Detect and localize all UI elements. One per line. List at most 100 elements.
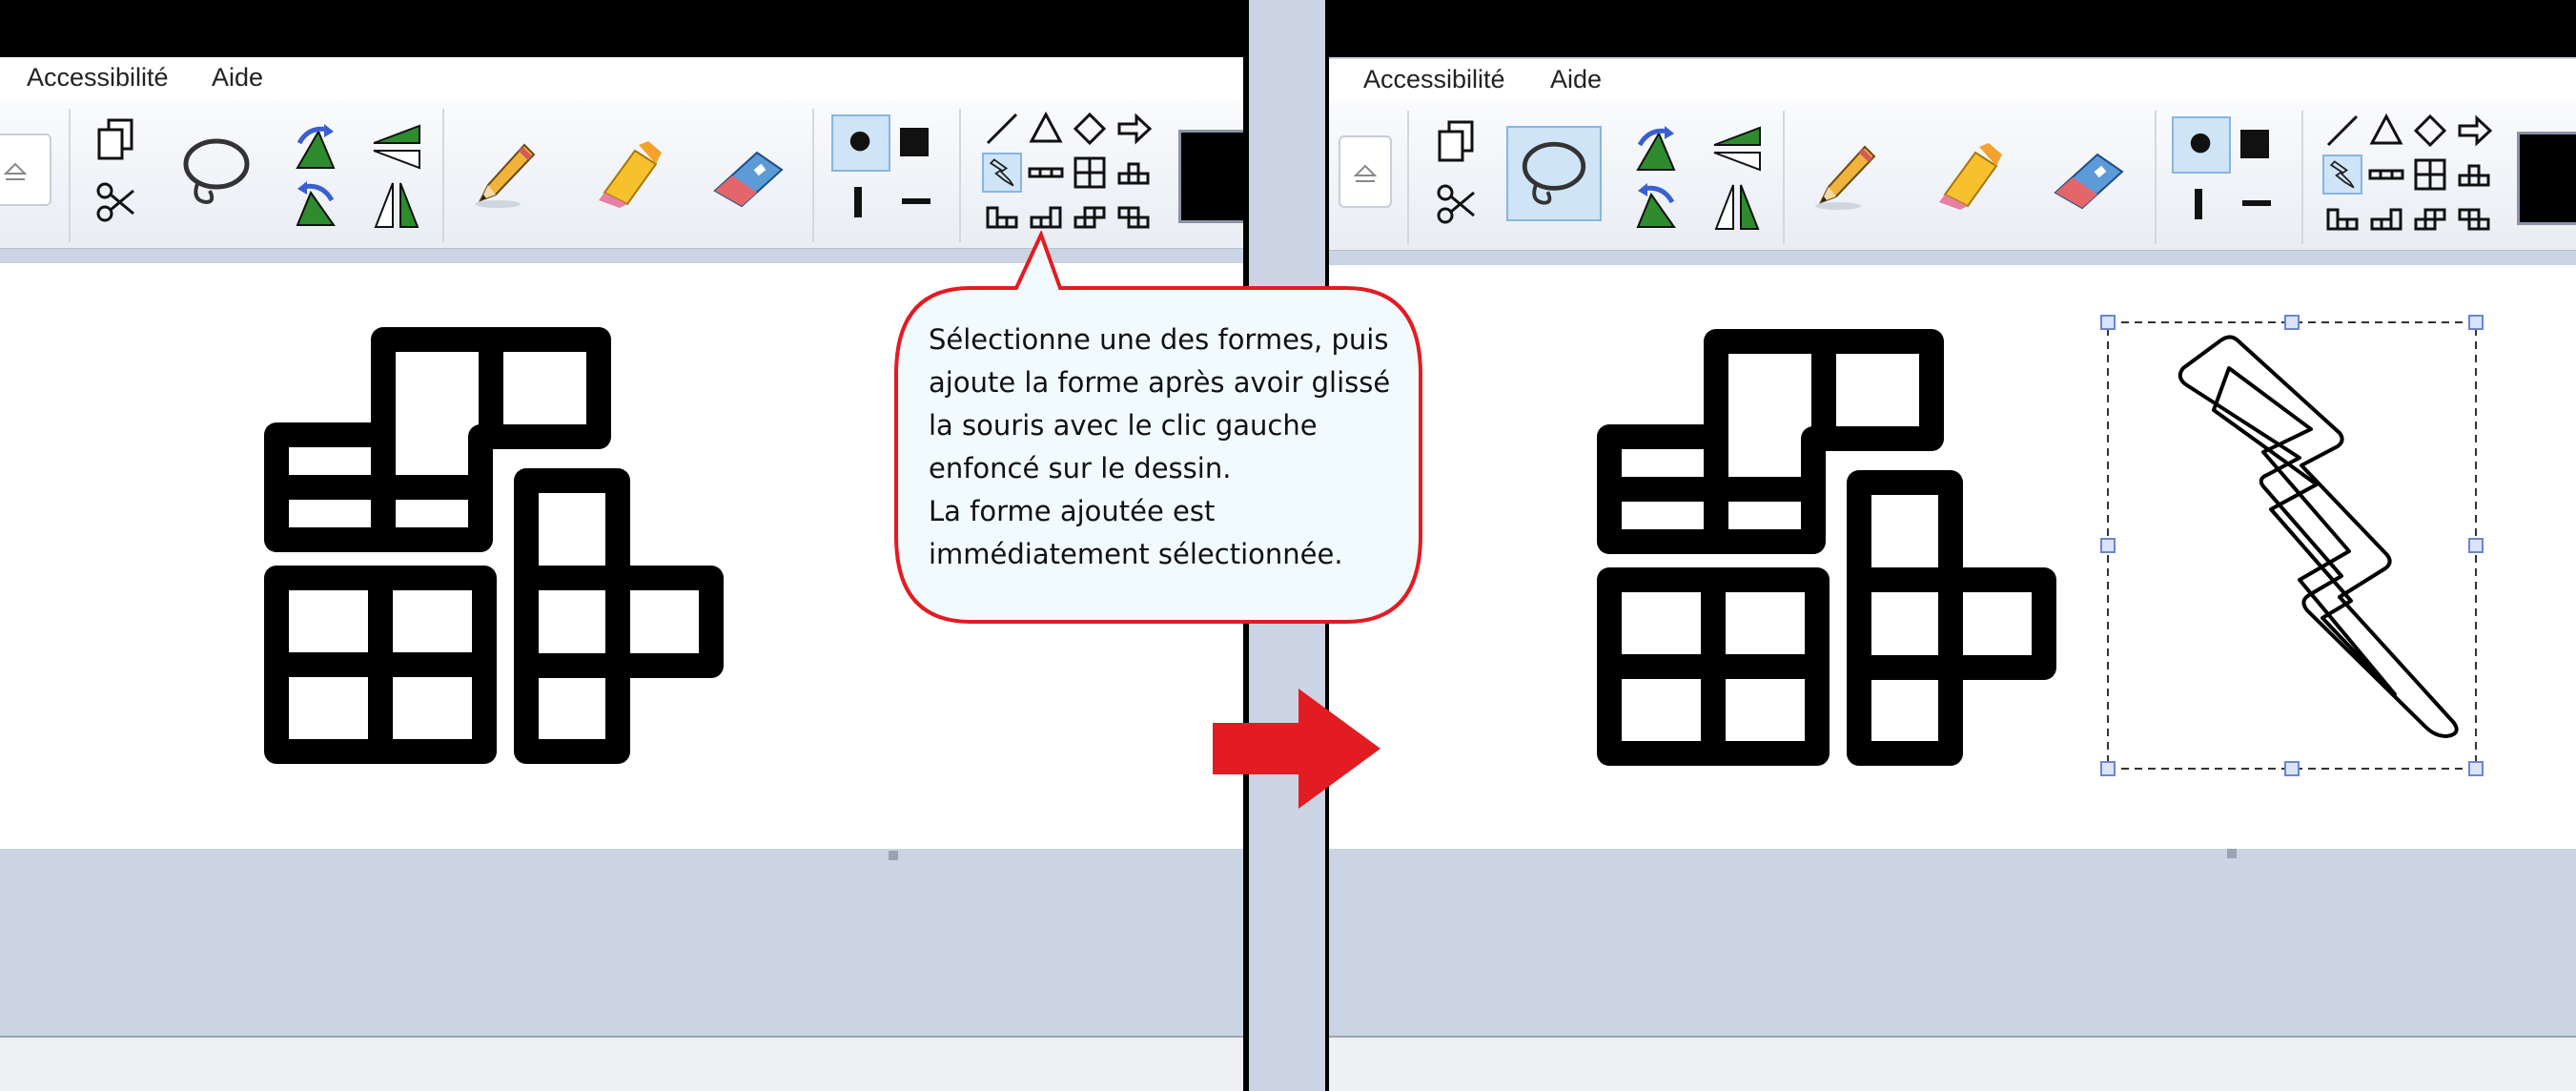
resize-handle-right[interactable] <box>2468 538 2484 553</box>
horizontal-line-icon[interactable] <box>2242 200 2271 206</box>
separator <box>69 109 71 242</box>
lasso-select-button[interactable] <box>1506 126 1602 221</box>
triangle-shape-icon[interactable] <box>2366 111 2406 151</box>
flip-vertical-icon[interactable] <box>370 179 423 231</box>
status-bar <box>1329 1036 2576 1091</box>
lasso-select-icon <box>1522 141 1586 205</box>
lightning-icon <box>2329 160 2355 189</box>
resize-handle-bottom[interactable] <box>2284 761 2300 776</box>
primary-color-swatch[interactable] <box>1178 130 1243 223</box>
arrow-shape-icon[interactable] <box>1114 109 1154 149</box>
status-bar <box>0 1036 1243 1091</box>
instruction-callout: Sélectionne une des formes, puis ajoute … <box>894 231 1422 631</box>
tetromino-z-icon[interactable] <box>2454 198 2494 238</box>
callout-line: Sélectionne une des formes, puis <box>929 323 1389 356</box>
tetromino-t-icon[interactable] <box>2454 154 2494 195</box>
flip-vertical-icon[interactable] <box>1710 181 1764 233</box>
separator <box>442 109 444 242</box>
brush-square-button[interactable] <box>2240 130 2269 158</box>
rotate-up-icon[interactable] <box>290 122 341 174</box>
separator <box>1407 111 1409 244</box>
menu-accessibility[interactable]: Accessibilité <box>27 63 169 93</box>
copy-icon[interactable] <box>95 118 137 162</box>
canvas-drawing <box>1597 321 2477 770</box>
horizontal-line-icon[interactable] <box>902 198 930 204</box>
menu-help[interactable]: Aide <box>212 63 263 93</box>
toolbar-ribbon <box>1329 101 2576 251</box>
scissors-icon[interactable] <box>1436 183 1478 225</box>
flip-horizontal-icon[interactable] <box>370 122 423 174</box>
title-bar <box>0 0 1243 57</box>
dot-icon <box>2190 133 2211 154</box>
line-shape-icon[interactable] <box>982 109 1022 149</box>
highlighter-icon[interactable] <box>591 137 667 210</box>
callout-text: Sélectionne une des formes, puis ajoute … <box>929 319 1405 576</box>
transition-arrow <box>1211 687 1382 811</box>
resize-handle-top-right[interactable] <box>2468 315 2484 330</box>
menu-bar: Accessibilité Aide <box>1329 59 2576 102</box>
eject-icon <box>3 162 28 180</box>
title-bar <box>1329 0 2576 57</box>
callout-line: la souris avec le clic gauche <box>929 409 1318 442</box>
resize-handle-left[interactable] <box>2100 538 2116 553</box>
callout-line: La forme ajoutée est <box>929 495 1216 527</box>
grid-shape-icon[interactable] <box>2410 154 2450 195</box>
eraser-icon[interactable] <box>2050 139 2130 212</box>
line-shape-icon[interactable] <box>2322 111 2362 151</box>
pencil-icon[interactable] <box>1811 139 1878 212</box>
vertical-line-icon[interactable] <box>854 187 862 217</box>
triangle-shape-icon[interactable] <box>1026 109 1066 149</box>
callout-line: immédiatement sélectionnée. <box>929 538 1343 570</box>
resize-handle-bottom-right[interactable] <box>2468 761 2484 776</box>
separator <box>2301 111 2303 244</box>
callout-line: ajoute la forme après avoir glissé <box>929 366 1391 399</box>
resize-handle-top-left[interactable] <box>2100 315 2116 330</box>
brush-square-button[interactable] <box>900 128 929 156</box>
tetromino-s-icon[interactable] <box>2410 198 2450 238</box>
eraser-icon[interactable] <box>709 137 789 210</box>
menu-accessibility[interactable]: Accessibilité <box>1363 65 1505 94</box>
vertical-line-icon[interactable] <box>2195 189 2202 219</box>
rotate-down-icon[interactable] <box>290 179 341 231</box>
tetromino-j-icon[interactable] <box>2366 198 2406 238</box>
highlighter-icon[interactable] <box>1932 139 2008 212</box>
tetromino-l-icon[interactable] <box>2322 198 2362 238</box>
diamond-shape-icon[interactable] <box>1070 109 1110 149</box>
grid-shape-icon[interactable] <box>1070 153 1110 193</box>
callout-line: enfoncé sur le dessin. <box>929 452 1232 484</box>
primary-color-swatch[interactable] <box>2517 132 2576 225</box>
separator <box>1783 111 1785 244</box>
lasso-select-icon[interactable] <box>177 132 256 210</box>
menu-bar: Accessibilité Aide <box>0 57 1243 100</box>
eject-icon <box>1353 164 1378 182</box>
separator <box>2155 111 2157 244</box>
flip-horizontal-icon[interactable] <box>1710 124 1764 175</box>
tetromino-t-icon[interactable] <box>1114 153 1154 193</box>
lightning-icon <box>989 158 1014 187</box>
diamond-shape-icon[interactable] <box>2410 111 2450 151</box>
copy-icon[interactable] <box>1436 120 1478 164</box>
arrow-shape-icon[interactable] <box>2454 111 2494 151</box>
separator <box>812 109 814 242</box>
collapse-ribbon-button[interactable] <box>1339 135 1392 208</box>
canvas-resize-handle[interactable] <box>889 851 898 860</box>
collapse-ribbon-button[interactable] <box>0 134 51 206</box>
drawing-canvas[interactable] <box>1329 265 2576 849</box>
rotate-up-icon[interactable] <box>1630 124 1682 175</box>
segment-shape-icon[interactable] <box>2366 154 2406 195</box>
canvas-resize-handle[interactable] <box>2227 849 2237 858</box>
scissors-icon[interactable] <box>95 181 137 223</box>
pencil-icon[interactable] <box>471 137 538 210</box>
rotate-down-icon[interactable] <box>1630 181 1682 233</box>
separator <box>959 109 961 242</box>
panel-after: Accessibilité Aide <box>1329 0 2576 1091</box>
lightning-shape-button[interactable] <box>2322 154 2362 195</box>
lightning-shape-button[interactable] <box>982 153 1022 193</box>
resize-handle-bottom-left[interactable] <box>2100 761 2116 776</box>
resize-handle-top[interactable] <box>2284 315 2300 330</box>
lightning-shape[interactable] <box>2177 335 2459 738</box>
brush-round-button[interactable] <box>831 114 890 172</box>
brush-round-button[interactable] <box>2172 116 2231 174</box>
menu-help[interactable]: Aide <box>1550 65 1602 94</box>
segment-shape-icon[interactable] <box>1026 153 1066 193</box>
